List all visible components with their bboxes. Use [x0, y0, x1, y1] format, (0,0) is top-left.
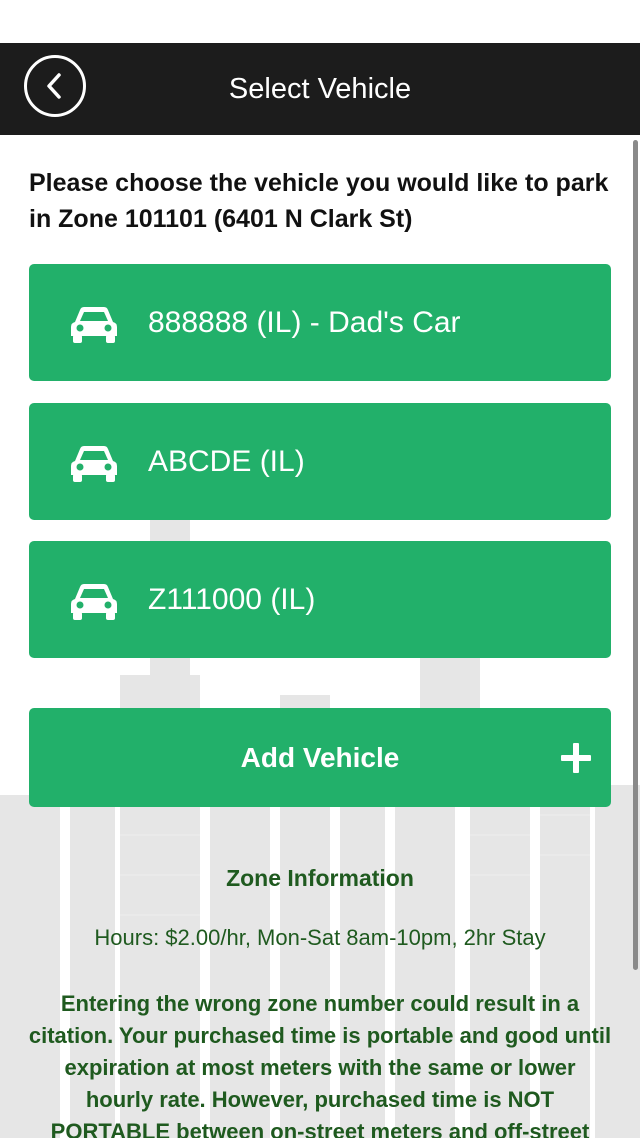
- vehicle-button-1[interactable]: 888888 (IL) - Dad's Car: [29, 264, 611, 381]
- vehicle-prompt: Please choose the vehicle you would like…: [29, 169, 609, 233]
- vehicle-button-2[interactable]: ABCDE (IL): [29, 403, 611, 520]
- chevron-left-icon: [47, 73, 61, 99]
- header-bar: Select Vehicle: [0, 43, 640, 135]
- car-icon: [71, 584, 117, 620]
- vehicle-label: 888888 (IL) - Dad's Car: [148, 305, 461, 339]
- car-icon: [71, 307, 117, 343]
- car-icon: [71, 446, 117, 482]
- back-button[interactable]: [24, 55, 86, 117]
- content-area[interactable]: Please choose the vehicle you would like…: [0, 135, 640, 1138]
- plus-icon: [561, 743, 591, 773]
- page-title: Select Vehicle: [228, 72, 412, 105]
- zone-hours: Hours: $2.00/hr, Mon-Sat 8am-10pm, 2hr S…: [94, 925, 546, 950]
- zone-info-title: Zone Information: [226, 865, 414, 891]
- scrollbar[interactable]: [633, 140, 638, 970]
- vehicle-label: ABCDE (IL): [148, 444, 305, 478]
- status-bar: [0, 0, 640, 43]
- zone-warning: Entering the wrong zone number could res…: [28, 991, 612, 1138]
- vehicle-label: Z111000 (IL): [148, 582, 316, 616]
- add-vehicle-button[interactable]: Add Vehicle: [29, 708, 611, 807]
- vehicle-button-3[interactable]: Z111000 (IL): [29, 541, 611, 658]
- add-vehicle-label: Add Vehicle: [240, 741, 400, 773]
